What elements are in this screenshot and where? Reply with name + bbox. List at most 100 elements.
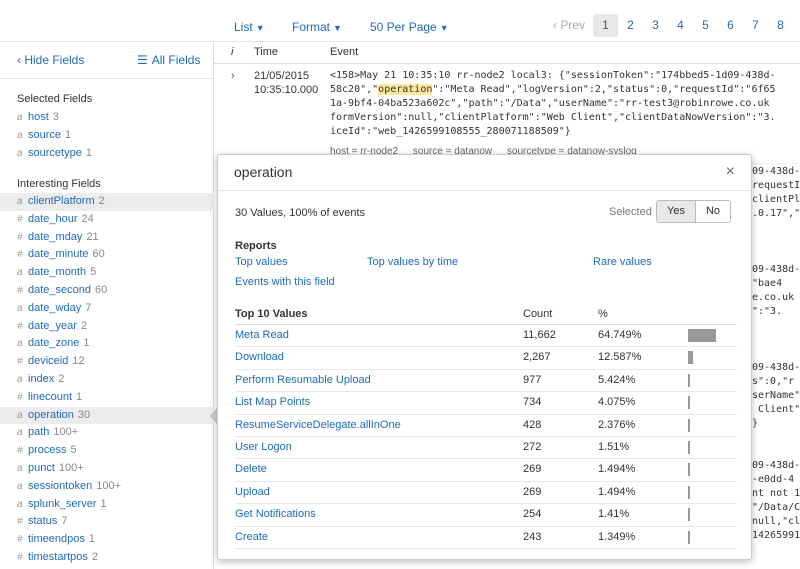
field-count: 1 xyxy=(85,146,92,159)
value-name-link[interactable]: Delete xyxy=(235,463,267,475)
prev-page-button[interactable]: ‹ Prev xyxy=(553,14,593,37)
value-name-link[interactable]: ResumeServiceDelegate.allInOne xyxy=(235,419,401,431)
value-percent-bar xyxy=(688,485,690,499)
sidebar-field-timeendpos[interactable]: # timeendpos 1 xyxy=(0,531,214,549)
field-name: deviceid xyxy=(28,355,69,368)
event-raw-fragment: .0.17"," xyxy=(752,208,800,219)
event-raw-fragment: ":"3. xyxy=(752,306,783,317)
top-values-link[interactable]: Top values xyxy=(235,256,288,268)
value-percent: 2.376% xyxy=(598,418,636,431)
field-count: 1 xyxy=(83,337,90,350)
field-name: clientPlatform xyxy=(28,195,95,207)
format-dropdown[interactable]: Format ▼ xyxy=(292,20,342,34)
list-view-dropdown[interactable]: List ▼ xyxy=(234,20,265,34)
string-type-icon: a xyxy=(17,196,23,207)
selected-toggle: Yes No xyxy=(656,200,732,223)
sidebar-field-deviceid[interactable]: # deviceid 12 xyxy=(0,353,214,371)
string-type-icon: a xyxy=(17,374,23,385)
string-type-icon: a xyxy=(17,338,23,350)
event-column-header: Event xyxy=(330,46,359,58)
sidebar-field-path[interactable]: a path 100+ xyxy=(0,424,214,442)
value-name-link[interactable]: User Logon xyxy=(235,441,292,453)
sidebar-field-process[interactable]: # process 5 xyxy=(0,442,214,460)
field-name: status xyxy=(28,515,58,528)
value-name-link[interactable]: Upload xyxy=(235,486,270,498)
highlighted-field-term[interactable]: operation xyxy=(378,84,433,95)
per-page-dropdown[interactable]: 50 Per Page ▼ xyxy=(370,20,449,34)
value-row: Create 243 1.349% xyxy=(235,527,737,549)
sidebar-field-clientplatform[interactable]: a clientPlatform 2 xyxy=(0,193,214,211)
string-type-icon: a xyxy=(17,498,23,510)
page-5-button[interactable]: 5 xyxy=(693,14,718,37)
selected-label: Selected xyxy=(609,206,652,218)
sidebar-field-date-hour[interactable]: # date_hour 24 xyxy=(0,211,214,229)
string-type-icon: a xyxy=(17,112,23,123)
popup-pointer xyxy=(209,408,217,424)
hide-fields-button[interactable]: ‹ Hide Fields xyxy=(17,53,84,67)
value-row: List Map Points 734 4.075% xyxy=(235,392,737,415)
field-name: process xyxy=(28,444,67,457)
field-count: 1 xyxy=(65,128,72,141)
value-count: 269 xyxy=(523,485,542,498)
all-fields-button[interactable]: ☰ All Fields xyxy=(137,53,200,67)
sidebar-field-index[interactable]: a index 2 xyxy=(0,371,214,389)
value-name-link[interactable]: Download xyxy=(235,351,284,363)
interesting-fields-heading: Interesting Fields xyxy=(17,178,101,190)
numeric-type-icon: # xyxy=(17,552,23,563)
value-name-link[interactable]: Create xyxy=(235,531,268,543)
sidebar-field-date-wday[interactable]: a date_wday 7 xyxy=(0,300,214,318)
value-percent: 1.51% xyxy=(598,441,630,453)
sidebar-field-date-second[interactable]: # date_second 60 xyxy=(0,282,214,300)
numeric-type-icon: # xyxy=(17,231,23,243)
time-column-header[interactable]: Time xyxy=(254,46,278,58)
sidebar-field-date-year[interactable]: # date_year 2 xyxy=(0,318,214,336)
events-with-field-link[interactable]: Events with this field xyxy=(235,276,335,288)
event-raw-fragment: 09-438d- xyxy=(752,460,800,471)
event-time: 21/05/2015 10:35:10.000 xyxy=(254,69,318,97)
field-name: splunk_server xyxy=(28,497,97,510)
sidebar-field-sessiontoken[interactable]: a sessiontoken 100+ xyxy=(0,478,214,496)
value-count: 272 xyxy=(523,441,542,453)
event-raw-fragment: s":0,"r xyxy=(752,376,795,387)
page-3-button[interactable]: 3 xyxy=(643,14,668,37)
sidebar-field-host[interactable]: a host 3 xyxy=(0,109,214,127)
sidebar-field-date-mday[interactable]: # date_mday 21 xyxy=(0,229,214,247)
value-name-link[interactable]: Perform Resumable Upload xyxy=(235,374,371,386)
value-name-link[interactable]: List Map Points xyxy=(235,396,310,408)
value-percent: 1.494% xyxy=(598,485,636,498)
sidebar-field-punct[interactable]: a punct 100+ xyxy=(0,460,214,478)
page-7-button[interactable]: 7 xyxy=(743,14,768,37)
page-1-button[interactable]: 1 xyxy=(593,14,618,37)
selected-no-button[interactable]: No xyxy=(695,201,731,222)
top10-heading: Top 10 Values xyxy=(235,308,308,320)
sidebar-field-splunk-server[interactable]: a splunk_server 1 xyxy=(0,496,214,514)
sidebar-field-date-zone[interactable]: a date_zone 1 xyxy=(0,335,214,353)
sidebar-field-date-month[interactable]: a date_month 5 xyxy=(0,264,214,282)
rare-values-link[interactable]: Rare values xyxy=(593,256,652,268)
sidebar-field-date-minute[interactable]: # date_minute 60 xyxy=(0,246,214,264)
page-2-button[interactable]: 2 xyxy=(618,14,643,37)
value-percent-bar xyxy=(688,351,694,365)
sidebar-field-source[interactable]: a source 1 xyxy=(0,127,214,145)
value-name-link[interactable]: Meta Read xyxy=(235,329,289,341)
top-values-by-time-link[interactable]: Top values by time xyxy=(367,256,458,268)
field-name: date_second xyxy=(28,284,91,296)
page-8-button[interactable]: 8 xyxy=(768,14,793,37)
sidebar-field-timestartpos[interactable]: # timestartpos 2 xyxy=(0,549,214,567)
page-6-button[interactable]: 6 xyxy=(718,14,743,37)
sidebar-field-sourcetype[interactable]: a sourcetype 1 xyxy=(0,145,214,163)
value-row: ResumeServiceDelegate.allInOne 428 2.376% xyxy=(235,415,737,437)
sidebar-field-status[interactable]: # status 7 xyxy=(0,513,214,531)
sidebar-field-operation[interactable]: a operation 30 xyxy=(0,406,214,425)
selected-yes-button[interactable]: Yes xyxy=(657,201,696,222)
sidebar-field-linecount[interactable]: # linecount 1 xyxy=(0,389,214,407)
field-name: date_mday xyxy=(28,230,83,243)
expand-event-icon[interactable]: › xyxy=(231,70,235,82)
value-name-link[interactable]: Get Notifications xyxy=(235,508,316,520)
list-icon: ☰ xyxy=(137,53,148,67)
value-percent-bar xyxy=(688,463,690,477)
event-raw-fragment: } xyxy=(752,418,759,429)
numeric-type-icon: # xyxy=(17,320,23,332)
close-icon[interactable]: × xyxy=(726,163,735,181)
page-4-button[interactable]: 4 xyxy=(668,14,693,37)
